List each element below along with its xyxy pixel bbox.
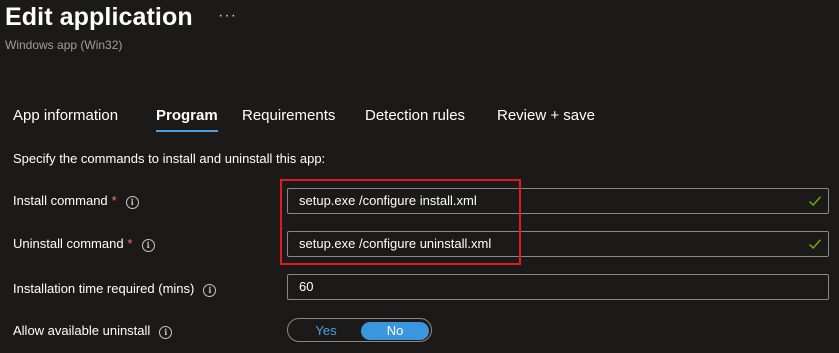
tab-detection-rules[interactable]: Detection rules [365, 104, 465, 128]
more-options-button[interactable]: ··· [218, 6, 237, 26]
toggle-no-option[interactable]: No [361, 322, 429, 340]
checkmark-icon [809, 239, 822, 250]
checkmark-icon [809, 196, 822, 207]
install-time-label-text: Installation time required (mins) [13, 281, 195, 296]
allow-uninstall-toggle: Yes No [287, 318, 432, 342]
section-instructions: Specify the commands to install and unin… [13, 151, 326, 166]
page-title: Edit application [5, 3, 193, 31]
edit-application-page: Edit application ··· Windows app (Win32)… [0, 0, 839, 353]
required-asterisk: * [111, 193, 117, 208]
info-icon[interactable]: i [125, 196, 139, 209]
install-command-label-text: Install command [13, 193, 108, 208]
allow-uninstall-label-text: Allow available uninstall [13, 323, 151, 338]
install-command-label: Install command * i [13, 193, 139, 209]
uninstall-command-label-text: Uninstall command [13, 236, 124, 251]
highlight-box [280, 179, 521, 265]
info-icon[interactable]: i [159, 326, 173, 339]
install-time-input[interactable]: 60 [287, 274, 829, 300]
tab-app-information[interactable]: App information [13, 104, 118, 128]
install-time-label: Installation time required (mins) i [13, 281, 217, 297]
tab-review-save[interactable]: Review + save [497, 104, 595, 128]
uninstall-command-label: Uninstall command * i [13, 236, 155, 252]
info-icon[interactable]: i [141, 239, 155, 252]
install-time-value: 60 [299, 279, 314, 294]
page-subtitle: Windows app (Win32) [5, 38, 123, 52]
tab-program[interactable]: Program [156, 104, 218, 132]
tab-requirements[interactable]: Requirements [242, 104, 335, 128]
allow-uninstall-label: Allow available uninstall i [13, 323, 173, 339]
info-icon[interactable]: i [203, 284, 217, 297]
required-asterisk: * [127, 236, 133, 251]
toggle-yes-option[interactable]: Yes [291, 322, 361, 340]
